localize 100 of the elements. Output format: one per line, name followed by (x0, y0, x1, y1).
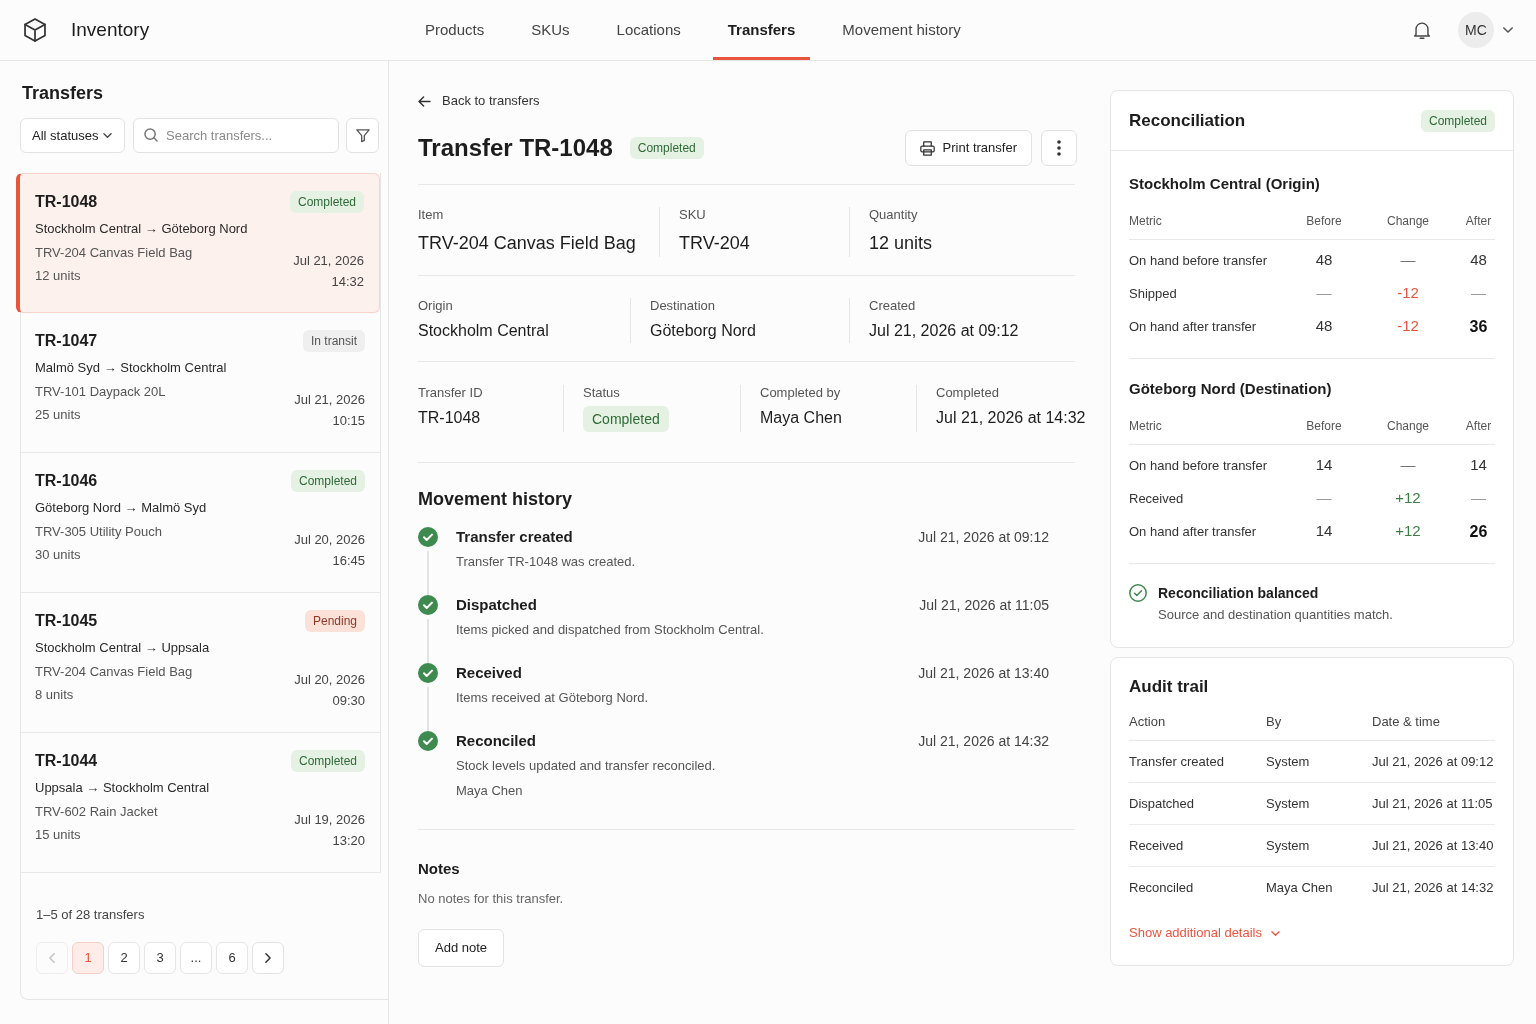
transfer-time: 14:32 (331, 273, 364, 291)
add-note-button[interactable]: Add note (418, 929, 505, 967)
transfer-time: 16:45 (332, 552, 365, 570)
table-cell-text: Maya Chen (1266, 879, 1334, 898)
transfer-card[interactable]: TR-1048 Completed Stockholm Central → Göteborg Nord TRV-204 Canvas Field Bag 12 units Jul 21, 2026 14:32 (16, 173, 380, 313)
table-cell-text: 48 (1314, 316, 1334, 337)
table-cell-text: Jul 21, 2026 at 09:12 (1372, 752, 1495, 771)
chevron-down-icon[interactable] (1503, 27, 1513, 33)
transfer-time: 10:15 (332, 412, 365, 430)
event-title: Reconciled (456, 731, 537, 751)
transfer-route: Stockholm Central → Göteborg Nord (35, 220, 248, 238)
field-label: Completed by (760, 385, 841, 401)
show-details-link[interactable]: Show additional details (1129, 923, 1280, 943)
nav-tab[interactable]: Products (410, 0, 500, 60)
table-cell-text: On hand before transfer (1129, 456, 1269, 475)
transfer-id: TR-1046 (35, 471, 98, 491)
transfer-card[interactable]: TR-1045 Pending Stockholm Central → Uppsala TRV-204 Canvas Field Bag 8 units Jul 20, 2026 09:30 (21, 593, 380, 733)
transfer-item: TRV-602 Rain Jacket (35, 803, 158, 821)
user-avatar[interactable]: MC (1458, 12, 1494, 48)
column-header: Change (1385, 418, 1430, 435)
transfer-route: Uppsala → Stockholm Central (35, 779, 210, 797)
nav-tab[interactable]: Movement history (827, 0, 976, 60)
arrow-left-icon (418, 95, 431, 107)
page-button[interactable]: 3 (144, 942, 176, 974)
event-description: Items received at Göteborg Nord. (456, 689, 649, 707)
transfer-route: Göteborg Nord → Malmö Syd (35, 499, 207, 517)
table-cell-text: 14 (1469, 455, 1488, 476)
nav-tab[interactable]: Transfers (712, 0, 811, 60)
table-cell-text: System (1266, 752, 1311, 771)
transfer-date: Jul 19, 2026 (294, 811, 365, 829)
transfer-route: Malmö Syd → Stockholm Central (35, 359, 227, 377)
table-cell-text: On hand before transfer (1129, 251, 1269, 270)
transfer-quantity: 15 units (35, 826, 81, 844)
page-button[interactable]: 2 (108, 942, 140, 974)
summary-title: Reconciliation balanced (1158, 584, 1319, 603)
table-cell-text: Shipped (1129, 284, 1178, 303)
table-cell-text: Transfer created (1129, 752, 1225, 771)
transfer-card[interactable]: TR-1046 Completed Göteborg Nord → Malmö Syd TRV-305 Utility Pouch 30 units Jul 20, 2026 16:45 (21, 453, 380, 593)
funnel-icon (355, 128, 370, 143)
table-cell-text: 36 (1468, 316, 1489, 337)
print-button[interactable]: Print transfer (904, 130, 1032, 166)
table-cell-text: 14 (1314, 521, 1334, 542)
transfer-quantity: 12 units (35, 267, 81, 285)
transfer-quantity: 25 units (35, 406, 81, 424)
table-cell-text: — (1470, 488, 1487, 509)
transfer-id: TR-1047 (35, 331, 98, 351)
app-title: Inventory (71, 17, 150, 42)
field-value: Göteborg Nord (650, 321, 756, 341)
nav-tab[interactable]: Locations (601, 0, 696, 60)
column-header: After (1464, 213, 1493, 230)
filter-button[interactable] (346, 118, 379, 153)
transfer-item: TRV-204 Canvas Field Bag (35, 244, 193, 262)
table-cell-text: +12 (1394, 488, 1422, 509)
transfer-card[interactable]: TR-1047 In transit Malmö Syd → Stockholm Central TRV-101 Daypack 20L 25 units Jul 21, 2026 10:15 (21, 313, 380, 453)
field-label: Created (869, 298, 916, 314)
transfer-quantity: 8 units (35, 686, 74, 704)
status-filter-dropdown[interactable]: All statuses (20, 118, 125, 153)
transfer-item: TRV-204 Canvas Field Bag (35, 663, 193, 681)
event-title: Transfer created (456, 527, 573, 547)
field-label: Status (583, 385, 620, 401)
cube-icon (22, 17, 48, 43)
field-label: SKU (679, 207, 706, 223)
transfer-item: TRV-101 Daypack 20L (35, 383, 166, 401)
column-header: Action (1129, 713, 1167, 731)
event-time: Jul 21, 2026 at 14:32 (918, 732, 1049, 751)
chevron-down-icon (1271, 930, 1280, 936)
page-button[interactable]: 6 (216, 942, 248, 974)
pagination-summary: 1–5 of 28 transfers (36, 906, 145, 924)
event-description: Stock levels updated and transfer reconciled. (456, 757, 716, 775)
field-value: TRV-204 Canvas Field Bag (418, 232, 636, 255)
transfer-id: TR-1048 (35, 192, 98, 212)
field-label: Completed (936, 385, 999, 401)
status-badge: In transit (302, 330, 365, 352)
table-cell-text: System (1266, 836, 1311, 855)
back-link[interactable]: Back to transfers (418, 91, 540, 111)
table-cell-text: Jul 21, 2026 at 14:32 (1372, 879, 1495, 898)
table-cell-text: — (1315, 283, 1333, 304)
transfer-date: Jul 20, 2026 (294, 531, 365, 549)
transfer-card[interactable]: TR-1044 Completed Uppsala → Stockholm Central TRV-602 Rain Jacket 15 units Jul 19, 2026 13:20 (21, 733, 380, 873)
table-cell-text: 48 (1314, 250, 1334, 271)
status-badge: Completed (290, 470, 365, 492)
field-value: Maya Chen (760, 408, 842, 428)
transfer-route: Stockholm Central → Uppsala (35, 639, 210, 657)
status-badge: Completed (1420, 109, 1495, 132)
field-value: Jul 21, 2026 at 14:32 (936, 408, 1086, 428)
table-cell-text: System (1266, 794, 1311, 813)
event-time: Jul 21, 2026 at 09:12 (918, 528, 1049, 547)
transfer-date: Jul 21, 2026 (294, 391, 365, 409)
table-cell-text: Reconciled (1129, 879, 1195, 898)
field-value: Jul 21, 2026 at 09:12 (869, 321, 1019, 341)
transfer-time: 09:30 (332, 692, 365, 710)
section-title: Notes (418, 859, 460, 879)
search-field[interactable]: Search transfers... (133, 118, 339, 153)
more-options-button[interactable] (1041, 130, 1077, 166)
page-button[interactable]: ... (180, 942, 212, 974)
table-cell-text: -12 (1396, 316, 1420, 337)
status-badge: Completed (289, 191, 364, 213)
table-cell-text: Jul 21, 2026 at 13:40 (1372, 836, 1495, 855)
nav-tab[interactable]: SKUs (516, 0, 585, 60)
event-time: Jul 21, 2026 at 13:40 (918, 664, 1049, 683)
